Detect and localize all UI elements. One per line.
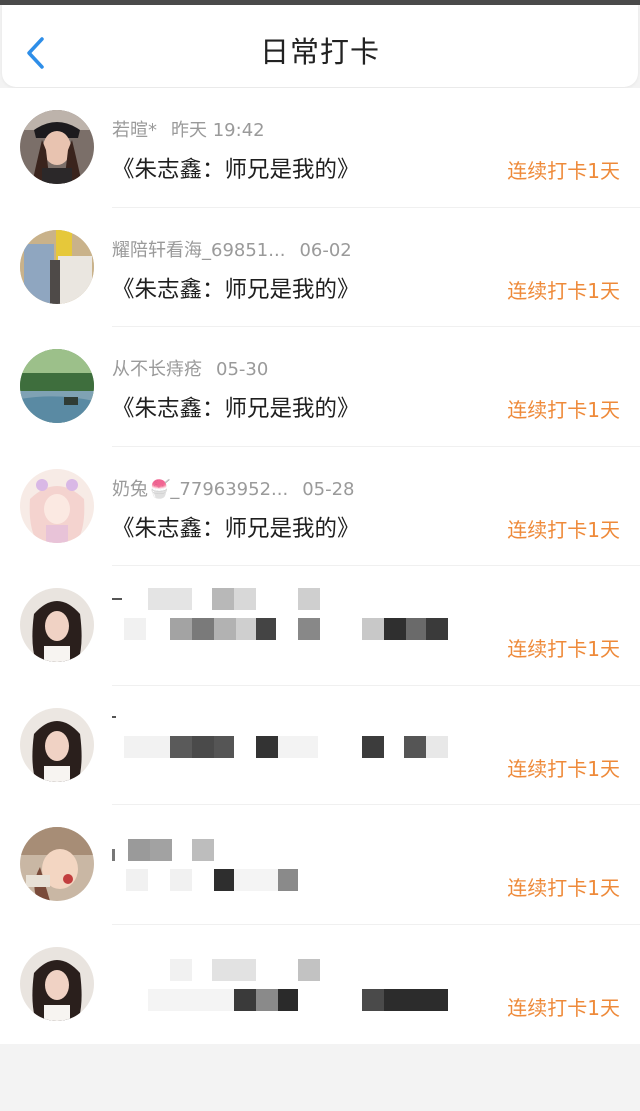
checkin-status: 连续打卡1天 — [507, 637, 620, 661]
avatar[interactable] — [20, 588, 94, 662]
avatar[interactable] — [20, 110, 94, 184]
list-item[interactable]: 连续打卡1天 — [0, 686, 640, 806]
entry-date: 06-02 — [299, 239, 352, 261]
list-item[interactable]: 连续打卡1天 — [0, 925, 640, 1045]
book-title[interactable]: 《朱志鑫：师兄是我的》 — [112, 511, 360, 543]
checkin-status: 连续打卡1天 — [507, 159, 620, 183]
entry-meta: 耀陪轩看海_69851... 06-02 — [112, 236, 352, 261]
user-name[interactable]: 从不长痔疮 — [112, 359, 202, 380]
checkin-status: 连续打卡1天 — [507, 398, 620, 422]
list-item[interactable]: 从不长痔疮 05-30 《朱志鑫：师兄是我的》 连续打卡1天 — [0, 327, 640, 447]
checkin-list: 若暄* 昨天 19:42 《朱志鑫：师兄是我的》 连续打卡1天 耀陪轩看海_698… — [0, 88, 640, 1044]
entry-date: 昨天 19:42 — [171, 120, 265, 141]
user-name[interactable]: 耀陪轩看海_69851... — [112, 240, 285, 261]
checkin-status: 连续打卡1天 — [507, 278, 620, 303]
entry-date: 05-30 — [216, 359, 269, 380]
page-title: 日常打卡 — [259, 35, 380, 69]
entry-meta: 奶兔🍧_77963952... 05-28 — [112, 475, 355, 500]
entry-date: 05-28 — [302, 478, 355, 500]
avatar[interactable] — [20, 827, 94, 901]
redacted-content — [112, 586, 462, 676]
entry-meta: 从不长痔疮 05-30 — [112, 355, 269, 380]
header-bar: 日常打卡 — [2, 5, 638, 87]
redacted-content — [112, 706, 462, 796]
checkin-status: 连续打卡1天 — [507, 517, 620, 542]
avatar[interactable] — [20, 468, 94, 543]
list-item[interactable]: 若暄* 昨天 19:42 《朱志鑫：师兄是我的》 连续打卡1天 — [0, 88, 640, 208]
book-title[interactable]: 《朱志鑫：师兄是我的》 — [112, 152, 360, 184]
redacted-content — [112, 825, 462, 915]
list-item[interactable]: 耀陪轩看海_69851... 06-02 《朱志鑫：师兄是我的》 连续打卡1天 — [0, 208, 640, 328]
entry-meta: 若暄* 昨天 19:42 — [112, 116, 265, 141]
book-title[interactable]: 《朱志鑫：师兄是我的》 — [112, 272, 360, 304]
list-item[interactable]: 奶兔🍧_77963952... 05-28 《朱志鑫：师兄是我的》 连续打卡1天 — [0, 447, 640, 567]
avatar[interactable] — [20, 707, 94, 782]
checkin-status: 连续打卡1天 — [507, 995, 620, 1020]
checkin-status: 连续打卡1天 — [507, 756, 620, 781]
user-name[interactable]: 若暄* — [112, 120, 157, 141]
user-name[interactable]: 奶兔🍧_77963952... — [112, 479, 288, 500]
avatar[interactable] — [20, 946, 94, 1021]
avatar[interactable] — [20, 229, 94, 304]
book-title[interactable]: 《朱志鑫：师兄是我的》 — [112, 391, 360, 423]
checkin-status: 连续打卡1天 — [507, 876, 620, 900]
list-item[interactable]: 连续打卡1天 — [0, 805, 640, 925]
redacted-content — [112, 945, 462, 1035]
list-item[interactable]: 连续打卡1天 — [0, 566, 640, 686]
avatar[interactable] — [20, 349, 94, 423]
